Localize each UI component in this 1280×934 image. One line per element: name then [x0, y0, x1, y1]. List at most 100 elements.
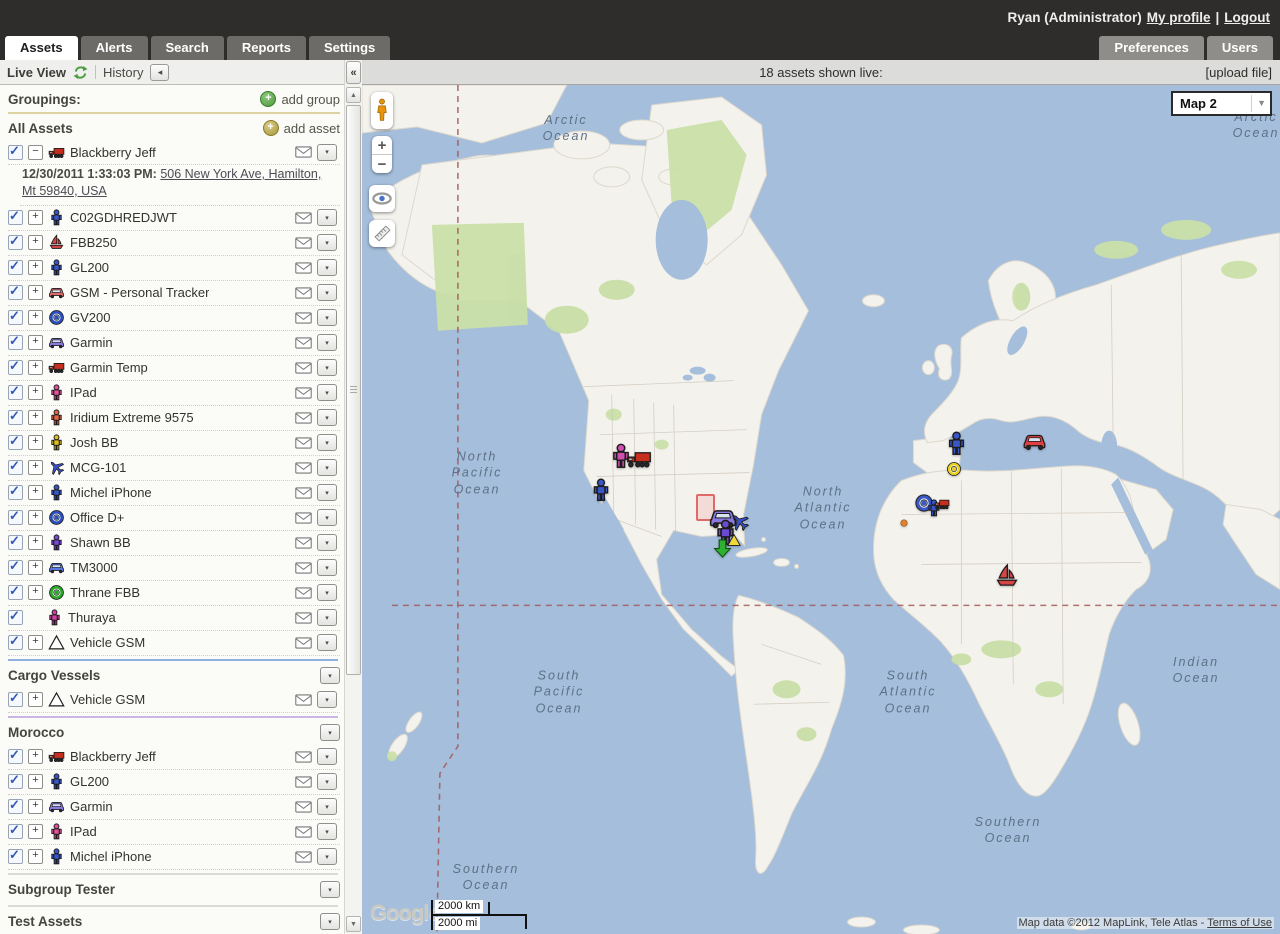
message-envelope-icon[interactable] — [295, 462, 312, 474]
refresh-icon[interactable] — [73, 65, 88, 80]
expand-row-button[interactable]: + — [28, 460, 43, 475]
asset-menu-button[interactable]: ▾ — [317, 409, 337, 426]
message-envelope-icon[interactable] — [295, 212, 312, 224]
asset-label[interactable]: Iridium Extreme 9575 — [70, 410, 194, 425]
asset-label[interactable]: Michel iPhone — [70, 849, 152, 864]
asset-row[interactable]: +Garmin Temp▾ — [8, 356, 340, 381]
asset-menu-button[interactable]: ▾ — [317, 691, 337, 708]
asset-row[interactable]: +Josh BB▾ — [8, 431, 340, 456]
asset-menu-button[interactable]: ▾ — [317, 748, 337, 765]
asset-checkbox[interactable] — [8, 849, 23, 864]
message-envelope-icon[interactable] — [295, 287, 312, 299]
expand-row-button[interactable]: + — [28, 510, 43, 525]
asset-checkbox[interactable] — [8, 535, 23, 550]
asset-label[interactable]: C02GDHREDJWT — [70, 210, 177, 225]
asset-row[interactable]: +Michel iPhone▾ — [8, 481, 340, 506]
asset-label[interactable]: Blackberry Jeff — [70, 145, 156, 160]
asset-menu-button[interactable]: ▾ — [317, 309, 337, 326]
asset-checkbox[interactable] — [8, 774, 23, 789]
map-type-select[interactable]: Map 2 ▼ — [1171, 91, 1272, 116]
asset-checkbox[interactable] — [8, 799, 23, 814]
asset-label[interactable]: Thrane FBB — [70, 585, 140, 600]
asset-menu-button[interactable]: ▾ — [317, 798, 337, 815]
expand-row-button[interactable]: + — [28, 410, 43, 425]
asset-checkbox[interactable] — [8, 560, 23, 575]
asset-checkbox[interactable] — [8, 460, 23, 475]
message-envelope-icon[interactable] — [295, 437, 312, 449]
asset-label[interactable]: GSM - Personal Tracker — [70, 285, 209, 300]
asset-label[interactable]: IPad — [70, 385, 97, 400]
zoom-out-button[interactable]: − — [372, 155, 392, 173]
asset-label[interactable]: Office D+ — [70, 510, 124, 525]
scroll-up-arrow[interactable]: ▲ — [346, 87, 361, 103]
asset-menu-button[interactable]: ▾ — [317, 434, 337, 451]
asset-row[interactable]: + Blackberry Jeff ▾ — [8, 745, 340, 770]
expand-row-button[interactable]: + — [28, 385, 43, 400]
asset-menu-button[interactable]: ▾ — [317, 144, 337, 161]
asset-menu-button[interactable]: ▾ — [317, 509, 337, 526]
expand-row-button[interactable]: + — [28, 360, 43, 375]
group-menu-button[interactable]: ▾ — [320, 881, 340, 898]
asset-label[interactable]: Garmin — [70, 335, 113, 350]
arrow-down-map-marker[interactable] — [713, 539, 732, 558]
asset-checkbox[interactable] — [8, 635, 23, 650]
truck-map-marker[interactable] — [626, 446, 652, 472]
message-envelope-icon[interactable] — [295, 387, 312, 399]
asset-row[interactable]: +IPad▾ — [8, 820, 340, 845]
message-envelope-icon[interactable] — [295, 362, 312, 374]
expand-row-button[interactable]: + — [28, 260, 43, 275]
asset-row[interactable]: +MCG-101▾ — [8, 456, 340, 481]
asset-checkbox[interactable] — [8, 749, 23, 764]
asset-menu-button[interactable]: ▾ — [317, 773, 337, 790]
asset-label[interactable]: Josh BB — [70, 435, 118, 450]
asset-row[interactable]: + Office D+ ▾ — [8, 506, 340, 531]
asset-checkbox[interactable] — [8, 145, 23, 160]
asset-menu-button[interactable]: ▾ — [317, 484, 337, 501]
asset-row[interactable]: +GV200▾ — [8, 306, 340, 331]
asset-checkbox[interactable] — [8, 410, 23, 425]
asset-label[interactable]: TM3000 — [70, 560, 118, 575]
asset-checkbox[interactable] — [8, 824, 23, 839]
add-group-button[interactable]: + add group — [260, 91, 340, 107]
asset-menu-button[interactable]: ▾ — [317, 584, 337, 601]
asset-row[interactable]: + Iridium Extreme 9575 ▾ — [8, 406, 340, 431]
asset-row[interactable]: +C02GDHREDJWT▾ — [8, 206, 340, 231]
asset-label[interactable]: FBB250 — [70, 235, 117, 250]
message-envelope-icon[interactable] — [295, 512, 312, 524]
message-envelope-icon[interactable] — [295, 487, 312, 499]
history-label[interactable]: History — [103, 65, 143, 80]
person-map-marker[interactable] — [944, 431, 969, 456]
asset-checkbox[interactable] — [8, 435, 23, 450]
asset-checkbox[interactable] — [8, 360, 23, 375]
message-envelope-icon[interactable] — [295, 694, 312, 706]
asset-label[interactable]: GV200 — [70, 310, 110, 325]
my-profile-link[interactable]: My profile — [1147, 10, 1211, 25]
tab-alerts[interactable]: Alerts — [81, 36, 148, 60]
group-menu-button[interactable]: ▾ — [320, 913, 340, 930]
asset-checkbox[interactable] — [8, 692, 23, 707]
group-menu-button[interactable]: ▾ — [320, 667, 340, 684]
tab-reports[interactable]: Reports — [227, 36, 306, 60]
asset-menu-button[interactable]: ▾ — [317, 634, 337, 651]
message-envelope-icon[interactable] — [295, 562, 312, 574]
asset-checkbox[interactable] — [8, 385, 23, 400]
asset-row[interactable]: +Vehicle GSM▾ — [8, 631, 340, 656]
dot-map-marker[interactable] — [900, 519, 908, 527]
tab-assets[interactable]: Assets — [5, 36, 78, 60]
asset-row[interactable]: +GSM - Personal Tracker▾ — [8, 281, 340, 306]
message-envelope-icon[interactable] — [295, 801, 312, 813]
asset-menu-button[interactable]: ▾ — [317, 384, 337, 401]
asset-menu-button[interactable]: ▾ — [317, 359, 337, 376]
asset-label[interactable]: GL200 — [70, 774, 109, 789]
expand-row-button[interactable]: + — [28, 692, 43, 707]
message-envelope-icon[interactable] — [295, 826, 312, 838]
expand-row-button[interactable]: + — [28, 749, 43, 764]
asset-menu-button[interactable]: ▾ — [317, 534, 337, 551]
asset-checkbox[interactable] — [8, 335, 23, 350]
street-view-pegman-button[interactable] — [371, 92, 393, 129]
visibility-eye-button[interactable] — [369, 185, 395, 212]
asset-row[interactable]: +FBB250▾ — [8, 231, 340, 256]
asset-row[interactable]: +Garmin▾ — [8, 795, 340, 820]
expand-row-button[interactable]: + — [28, 285, 43, 300]
asset-label[interactable]: Blackberry Jeff — [70, 749, 156, 764]
